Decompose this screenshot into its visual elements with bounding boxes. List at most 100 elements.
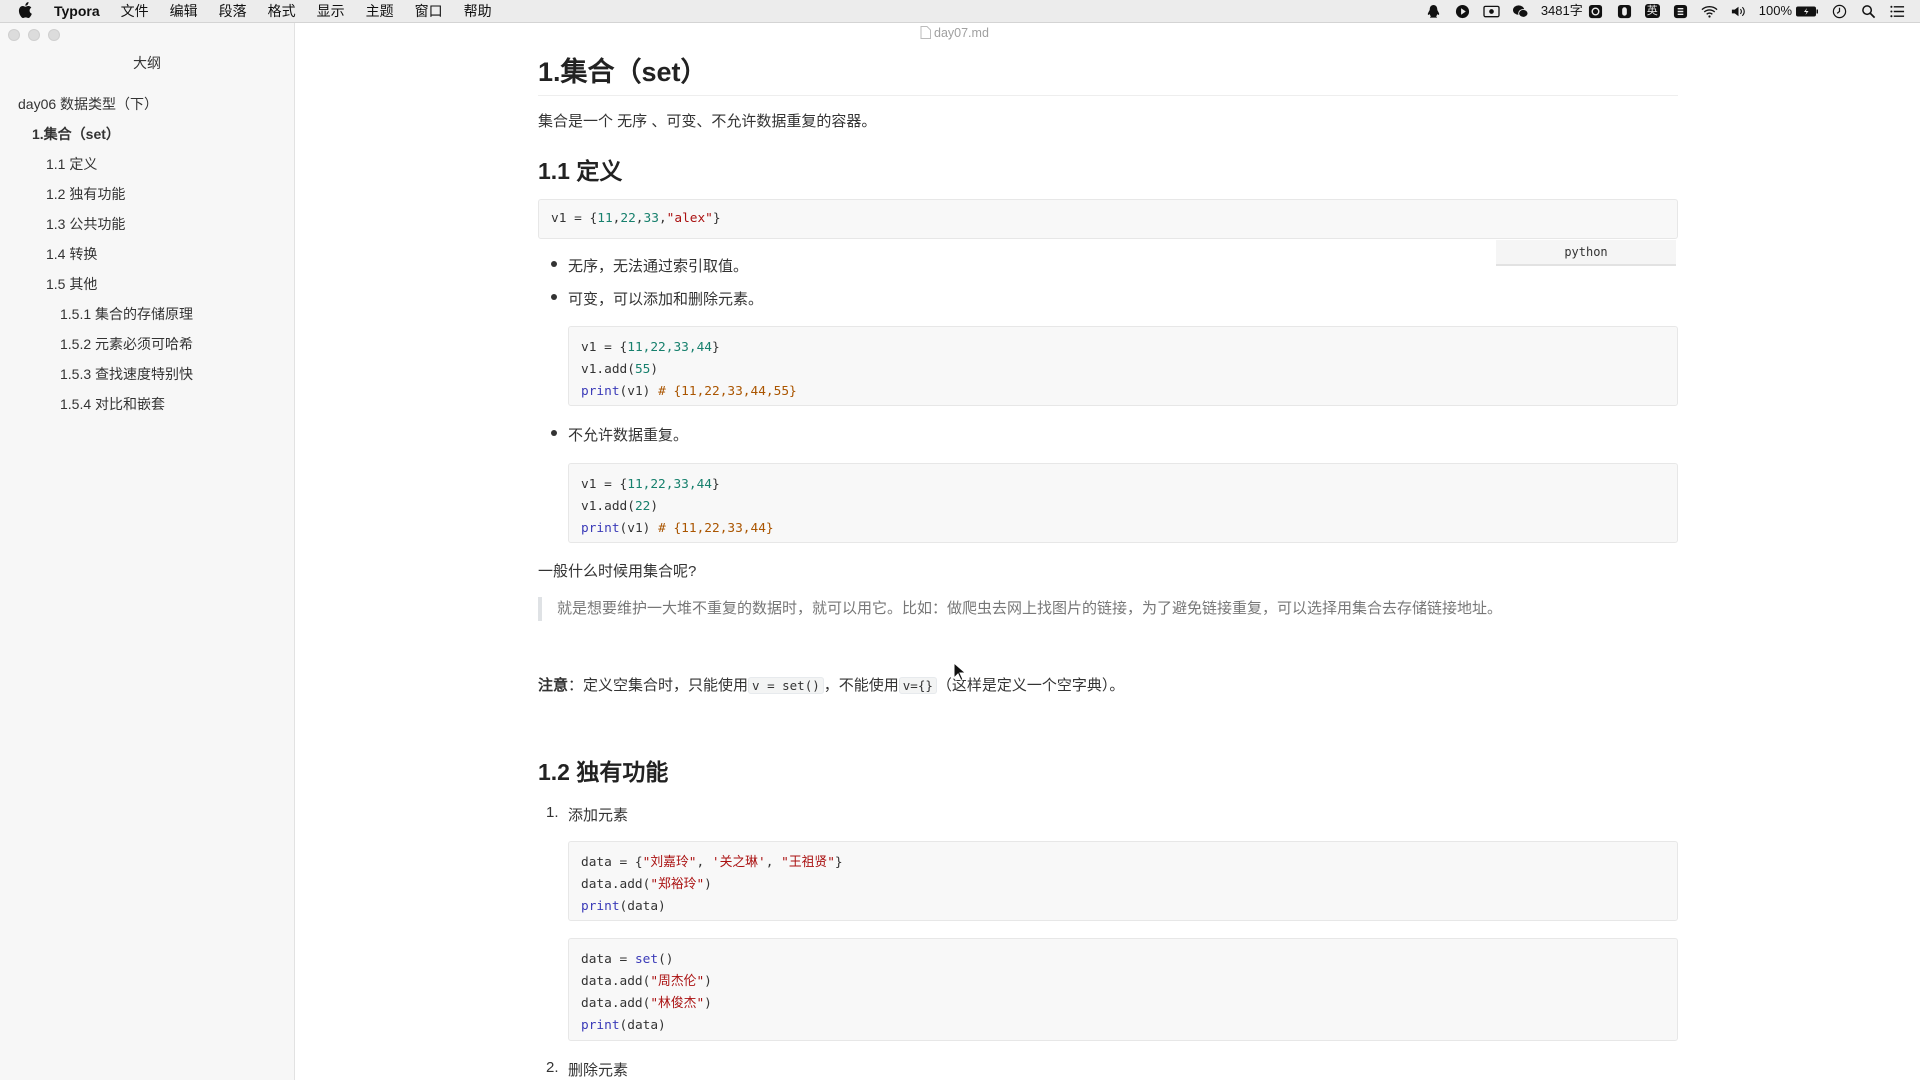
bullet-text: 无序，无法通过索引取值。 — [568, 258, 749, 275]
menu-window[interactable]: 窗口 — [415, 0, 443, 22]
search-icon[interactable] — [1860, 4, 1877, 19]
outline-item[interactable]: 1.2 独有功能 — [0, 179, 294, 209]
menu-edit[interactable]: 编辑 — [170, 0, 198, 22]
ordered-list-item[interactable]: 1. 添加元素 — [546, 804, 629, 825]
heading-unique-functions[interactable]: 1.2 独有功能 — [538, 753, 668, 787]
code-token: ) — [704, 877, 712, 892]
code-block-add[interactable]: v1 = {11,22,33,44} v1.add(55) print(v1) … — [568, 326, 1678, 406]
note-label: 注意 — [538, 677, 569, 694]
heading-define[interactable]: 1.1 定义 — [538, 152, 622, 186]
input-method-indicator[interactable]: 英 — [1644, 4, 1660, 18]
code-block-add-element[interactable]: data = {"刘嘉玲", '关之琳', "王祖贤"} data.add("郑… — [568, 841, 1678, 921]
wechat-icon[interactable] — [1512, 4, 1529, 19]
code-token: v1.add( — [581, 499, 635, 514]
note-text: ，不能使用 — [823, 677, 899, 694]
code-comment: # {11,22,33,44,55} — [658, 384, 797, 399]
code-token: data = { — [581, 855, 643, 870]
code-string: "王祖贤" — [781, 855, 835, 870]
code-block-duplicate[interactable]: v1 = {11,22,33,44} v1.add(22) print(v1) … — [568, 463, 1678, 543]
code-string: "刘嘉玲" — [642, 855, 697, 870]
bullet-text: 可变，可以添加和删除元素。 — [568, 291, 764, 308]
code-token: v1.add( — [581, 362, 635, 377]
bullet-dot — [551, 294, 557, 300]
code-number: 11 — [597, 211, 613, 226]
bullet-dot — [551, 430, 557, 436]
volume-icon[interactable] — [1730, 4, 1747, 19]
outline-item[interactable]: 1.5 其他 — [0, 269, 294, 299]
list-text: 删除元素 — [568, 1062, 629, 1079]
wifi-icon[interactable] — [1701, 4, 1718, 19]
code-number: 55 — [634, 362, 651, 377]
qq-penguin-icon[interactable] — [1425, 4, 1442, 19]
code-token: , — [635, 211, 644, 226]
ordered-list-item[interactable]: 2. 删除元素 — [546, 1059, 629, 1080]
intro-paragraph[interactable]: 集合是一个 无序 、可变、不允许数据重复的容器。 — [538, 110, 876, 131]
outline-item[interactable]: 1.5.2 元素必须可哈希 — [0, 329, 294, 359]
code-keyword: print — [581, 521, 620, 536]
menu-paragraph[interactable]: 段落 — [219, 0, 247, 22]
heading-set[interactable]: 1.集合（set） — [538, 52, 1678, 96]
code-token: ) — [704, 996, 712, 1011]
code-token: data.add( — [581, 877, 651, 892]
code-keyword: set — [634, 952, 659, 967]
outline-item[interactable]: 1.5.3 查找速度特别快 — [0, 359, 294, 389]
code-token: } — [712, 211, 721, 226]
menu-format[interactable]: 格式 — [268, 0, 296, 22]
code-token: (v1) — [619, 521, 659, 536]
menu-theme[interactable]: 主题 — [366, 0, 394, 22]
s-app-icon[interactable] — [1672, 4, 1689, 19]
window-zoom-button[interactable] — [48, 29, 60, 41]
outline-item[interactable]: 1.5.4 对比和嵌套 — [0, 389, 294, 419]
notification-center-icon[interactable] — [1889, 4, 1906, 19]
bullet-item[interactable]: 可变，可以添加和删除元素。 — [551, 288, 764, 309]
outline-item[interactable]: 1.3 公共功能 — [0, 209, 294, 239]
code-keyword: print — [581, 1018, 620, 1033]
outline-title: 大纲 — [133, 55, 161, 71]
note-paragraph[interactable]: 注意：定义空集合时，只能使用 v = set() ，不能使用 v={} （这样是定义一个… — [538, 674, 1124, 695]
word-count: 3481字 — [1540, 3, 1583, 18]
apple-logo-icon[interactable] — [18, 1, 34, 19]
window-minimize-button[interactable] — [28, 29, 40, 41]
code-comment: # {11,22,33,44} — [658, 521, 774, 536]
outline-item[interactable]: 1.5.1 集合的存储原理 — [0, 299, 294, 329]
battery-percent: 100% — [1758, 3, 1792, 18]
outline-sidebar: 大纲 day06 数据类型（下） 1.集合（set） 1.1 定义 1.2 独有… — [0, 23, 295, 1080]
code-string: '关之琳' — [711, 855, 766, 870]
screen-record-icon[interactable] — [1483, 4, 1500, 19]
menu-help[interactable]: 帮助 — [464, 0, 492, 22]
sync-icon[interactable] — [1587, 4, 1604, 19]
code-keyword: print — [581, 384, 620, 399]
bullet-dot — [551, 261, 557, 267]
blockquote[interactable]: 就是想要维护一大堆不重复的数据时，就可以用它。比如：做爬虫去网上找图片的链接，为… — [538, 597, 1502, 621]
play-circle-icon[interactable] — [1454, 4, 1471, 19]
outline-item[interactable]: day06 数据类型（下） — [0, 89, 294, 119]
code-block-set-add[interactable]: data = set() data.add("周杰伦") data.add("林… — [568, 938, 1678, 1041]
code-language-selector[interactable]: python — [1496, 240, 1676, 266]
code-token: data.add( — [581, 974, 651, 989]
code-token: v1 = { — [551, 211, 598, 226]
menu-file[interactable]: 文件 — [121, 0, 149, 22]
document-icon — [920, 26, 931, 39]
code-block-define[interactable]: v1 = {11,22,33,"alex"} — [538, 199, 1678, 239]
battery-icon[interactable] — [1795, 4, 1819, 19]
code-token: data.add( — [581, 996, 651, 1011]
outline-item[interactable]: 1.4 转换 — [0, 239, 294, 269]
question-paragraph[interactable]: 一般什么时候用集合呢? — [538, 560, 696, 581]
menu-app-typora[interactable]: Typora — [54, 0, 100, 22]
list-text: 添加元素 — [568, 807, 629, 824]
bullet-item[interactable]: 不允许数据重复。 — [551, 424, 688, 445]
window-close-button[interactable] — [8, 29, 20, 41]
clock-icon[interactable] — [1831, 4, 1848, 19]
code-number: 22 — [620, 211, 636, 226]
code-token: , — [658, 211, 667, 226]
outline-item[interactable]: 1.1 定义 — [0, 149, 294, 179]
code-token: , — [765, 855, 782, 870]
bullet-item[interactable]: 无序，无法通过索引取值。 — [551, 255, 749, 276]
code-token: (v1) — [619, 384, 659, 399]
document-filename: day07.md — [934, 26, 989, 40]
code-token: } — [711, 340, 720, 355]
inline-code: v={} — [898, 677, 937, 694]
outline-item-active[interactable]: 1.集合（set） — [0, 119, 294, 149]
mouse-icon[interactable] — [1616, 4, 1633, 19]
menu-view[interactable]: 显示 — [317, 0, 345, 22]
